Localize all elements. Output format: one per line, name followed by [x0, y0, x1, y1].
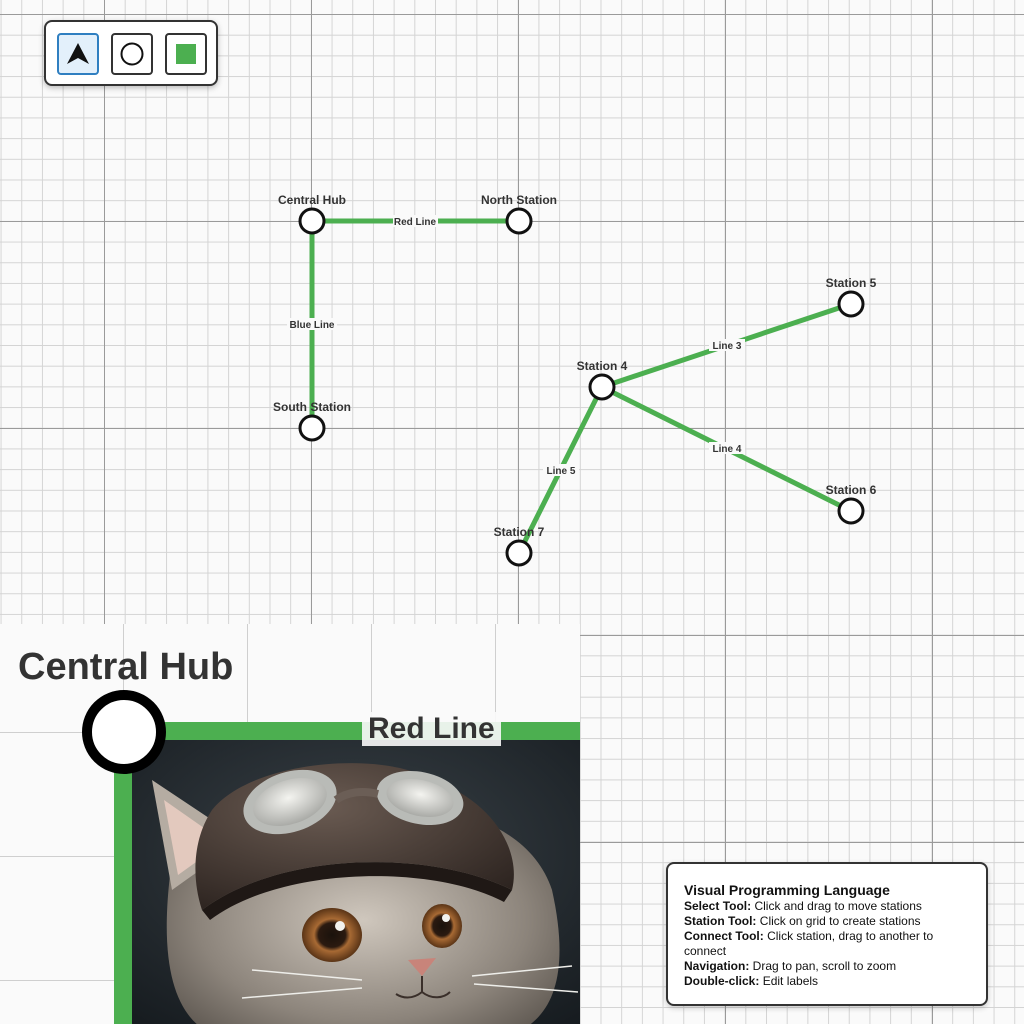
- station-node[interactable]: [505, 207, 533, 235]
- station-7[interactable]: Station 7: [494, 525, 545, 567]
- station-central-hub[interactable]: Central Hub: [278, 193, 346, 235]
- zoomed-blue-line-connection: [114, 730, 132, 1024]
- green-square-icon: [176, 44, 196, 64]
- circle-icon: [120, 42, 144, 66]
- station-node[interactable]: [505, 539, 533, 567]
- help-text: Edit labels: [759, 974, 819, 988]
- zoomed-station-label: Central Hub: [18, 646, 234, 688]
- help-item-connect-tool: Connect Tool: Click station, drag to ano…: [684, 929, 970, 959]
- station-label[interactable]: Station 6: [826, 483, 877, 497]
- help-panel: Visual Programming Language Select Tool:…: [666, 862, 988, 1006]
- help-text: Drag to pan, scroll to zoom: [749, 959, 897, 973]
- help-item-double-click: Double-click: Edit labels: [684, 974, 970, 989]
- help-key: Connect Tool:: [684, 929, 764, 943]
- stations: Central Hub North Station South Station …: [273, 193, 877, 567]
- select-tool-button[interactable]: [57, 33, 99, 75]
- zoomed-station-central-hub: [82, 690, 166, 774]
- zoomed-red-line-connection: [120, 722, 580, 740]
- station-label[interactable]: Station 5: [826, 276, 877, 290]
- station-label[interactable]: North Station: [481, 193, 557, 207]
- help-item-select-tool: Select Tool: Click and drag to move stat…: [684, 899, 970, 914]
- station-tool-button[interactable]: [111, 33, 153, 75]
- station-north-station[interactable]: North Station: [481, 193, 557, 235]
- blue-line-label[interactable]: Blue Line: [289, 320, 334, 331]
- connect-tool-button[interactable]: [165, 33, 207, 75]
- station-label[interactable]: Station 4: [577, 359, 628, 373]
- help-text: Click and drag to move stations: [751, 899, 922, 913]
- help-item-station-tool: Station Tool: Click on grid to create st…: [684, 914, 970, 929]
- station-node[interactable]: [837, 497, 865, 525]
- tool-palette: [44, 20, 218, 86]
- line-4-label[interactable]: Line 4: [713, 444, 742, 455]
- station-label[interactable]: Central Hub: [278, 193, 346, 207]
- zoomed-line-label: Red Line: [362, 712, 501, 746]
- help-key: Select Tool:: [684, 899, 752, 913]
- arrow-cursor-icon: [67, 43, 89, 64]
- help-key: Double-click:: [684, 974, 760, 988]
- station-node[interactable]: [298, 414, 326, 442]
- station-node[interactable]: [588, 373, 616, 401]
- line-3-label[interactable]: Line 3: [713, 341, 742, 352]
- station-node[interactable]: [837, 290, 865, 318]
- help-title: Visual Programming Language: [684, 882, 890, 898]
- station-south-station[interactable]: South Station: [273, 400, 351, 442]
- red-line-label[interactable]: Red Line: [394, 217, 437, 228]
- line-labels: Red Line Blue Line Line 3 Line 4 Line 5: [287, 215, 745, 477]
- cat-photo-image: [132, 740, 580, 1024]
- help-key: Station Tool:: [684, 914, 757, 928]
- station-label[interactable]: South Station: [273, 400, 351, 414]
- connections: [309, 218, 853, 555]
- help-text: Click on grid to create stations: [756, 914, 921, 928]
- station-node[interactable]: [298, 207, 326, 235]
- help-item-navigation: Navigation: Drag to pan, scroll to zoom: [684, 959, 970, 974]
- station-label[interactable]: Station 7: [494, 525, 545, 539]
- cat-aviator-photo: [132, 740, 580, 1024]
- line-5-label[interactable]: Line 5: [547, 466, 576, 477]
- help-key: Navigation:: [684, 959, 750, 973]
